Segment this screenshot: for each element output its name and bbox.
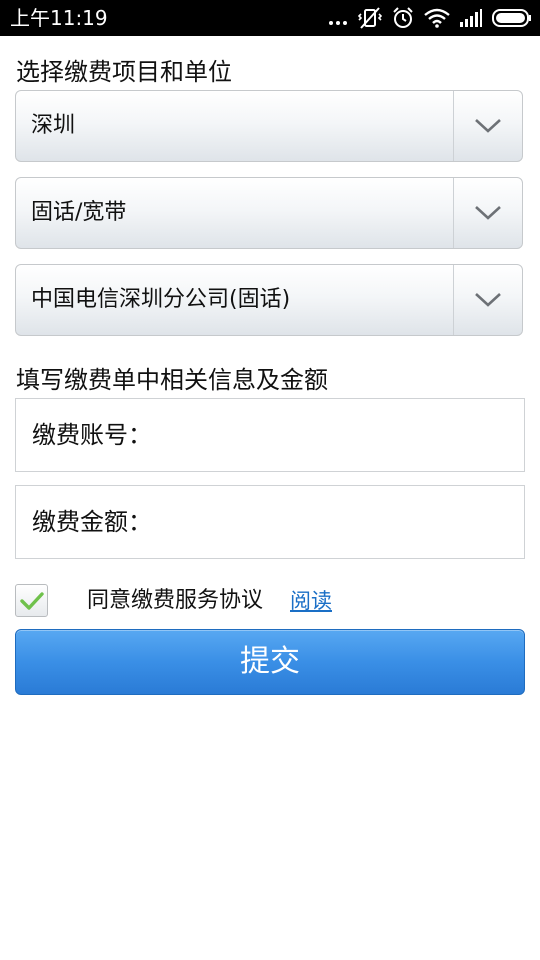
agreement-text: 同意缴费服务协议 <box>87 588 264 613</box>
read-agreement-link[interactable]: 阅读 <box>290 585 332 617</box>
section-title-select: 选择缴费项目和单位 <box>16 58 232 86</box>
more-dots-icon <box>328 8 348 28</box>
vibrate-icon <box>358 7 382 29</box>
account-input[interactable] <box>166 409 510 463</box>
amount-field[interactable]: 缴费金额： <box>15 485 525 559</box>
chevron-down-icon[interactable] <box>454 265 522 335</box>
wifi-icon <box>424 8 450 28</box>
amount-input[interactable] <box>166 496 510 550</box>
account-field[interactable]: 缴费账号： <box>15 398 525 472</box>
city-select[interactable]: 深圳 <box>15 90 523 162</box>
city-select-value: 深圳 <box>31 113 76 138</box>
status-icons <box>328 6 532 30</box>
submit-label: 提交 <box>240 644 300 679</box>
status-time: 上午11:19 <box>10 6 108 30</box>
status-bar: 上午11:19 <box>0 0 540 36</box>
amount-label: 缴费金额： <box>32 508 152 536</box>
account-label: 缴费账号： <box>32 421 152 449</box>
company-select[interactable]: 中国电信深圳分公司(固话) <box>15 264 523 336</box>
chevron-down-icon[interactable] <box>454 91 522 161</box>
service-type-select[interactable]: 固话/宽带 <box>15 177 523 249</box>
alarm-icon <box>392 7 414 29</box>
chevron-down-icon[interactable] <box>454 178 522 248</box>
agree-checkbox[interactable] <box>15 584 48 617</box>
checkmark-icon <box>19 591 44 610</box>
battery-icon <box>492 9 532 27</box>
signal-icon <box>460 9 482 27</box>
section-title-info: 填写缴费单中相关信息及金额 <box>16 366 328 394</box>
submit-button[interactable]: 提交 <box>15 629 525 695</box>
service-type-select-value: 固话/宽带 <box>31 200 127 225</box>
company-select-value: 中国电信深圳分公司(固话) <box>31 287 291 312</box>
